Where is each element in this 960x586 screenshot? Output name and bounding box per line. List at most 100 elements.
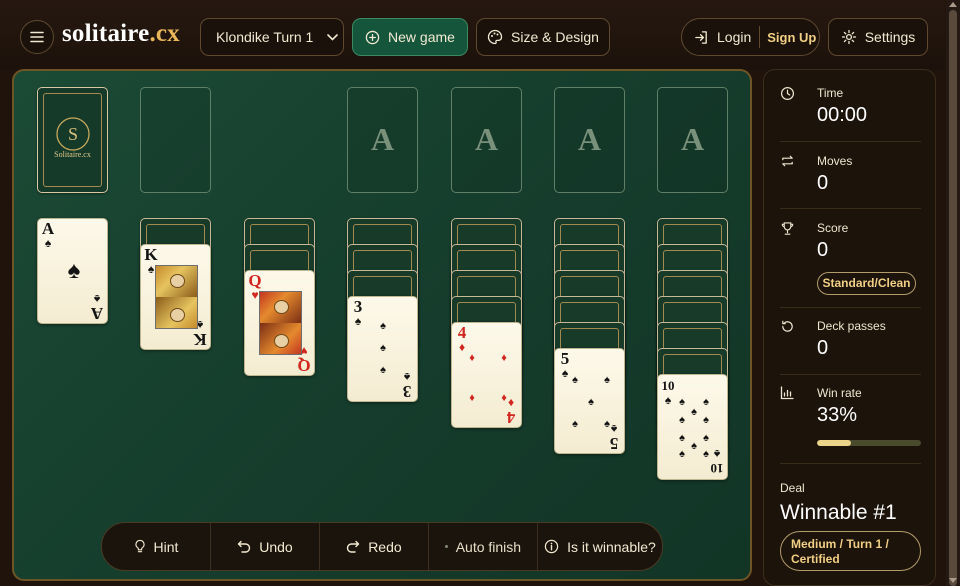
moves-value: 0 [817,172,829,194]
settings-button[interactable]: Settings [828,18,928,56]
stats-panel: Time 00:00 Moves 0 Score 0 Standard/Clea… [763,69,936,586]
suit-pip: ♠ [679,432,685,444]
lightbulb-icon [134,539,145,553]
win-rate-bar [817,440,921,446]
face-up-card[interactable]: Q ♥ Q ♥ [244,270,315,376]
face-up-card[interactable]: K ♠ K ♠ [140,244,211,350]
scrollbar-thumb[interactable] [949,10,957,586]
suit-pip: ♠ [380,364,386,376]
action-toolbar: Hint Undo Redo Auto finish Is it winnabl… [101,522,663,571]
score-mode-badge[interactable]: Standard/Clean [817,272,916,295]
refresh-icon [782,320,793,332]
suit-pip: ♠ [691,440,697,452]
suit-pip: ♠ [703,448,709,460]
face-up-card[interactable]: 5 ♠ 5 ♠ ♠ ♠ ♠ ♠ ♠ [554,348,625,454]
foundation-4[interactable]: A [657,87,728,193]
card-rank-bottom: A ♠ [90,292,104,323]
suit-pip: ♠ [604,374,610,386]
stock-pile[interactable]: S Solitaire.cx [37,87,108,193]
game-board: S Solitaire.cx A A A A A ♠ A ♠ ♠ K ♠ K ♠ Q ♥ Q ♥ 3 ♠ 3 ♠… [12,69,752,581]
card-suit: ♦ [458,340,466,354]
card-suit: ♠ [354,314,362,328]
undo-label: Undo [259,538,293,555]
time-value: 00:00 [817,104,868,126]
time-stat: Time 00:00 [780,86,921,126]
menu-button[interactable] [20,20,54,54]
foundation-2[interactable]: A [451,87,522,193]
hamburger-icon [30,31,44,43]
card-rank: 4 [506,408,516,427]
foundation-3[interactable]: A [554,87,625,193]
scroll-down-arrow-icon[interactable] [949,578,957,583]
card-rank: K [193,330,207,349]
card-rank: 10 [710,461,724,476]
auto-finish-label: Auto finish [455,538,522,555]
suit-pip: ♠ [679,414,685,426]
suit-pip: ♠ [691,406,697,418]
foundation-letter: A [370,121,395,157]
card-rank: 3 [402,382,412,401]
swap-arrows-icon [782,155,793,167]
card-rank-top: 3 ♠ [351,298,365,328]
score-stat: Score 0 [780,221,921,261]
new-game-label: New game [388,29,455,45]
palette-icon [487,29,503,45]
portrait-part [170,308,185,322]
clock-icon [780,86,795,101]
game-type-label: Klondike Turn 1 [216,29,314,45]
card-suit: ♠ [664,393,672,407]
hint-button[interactable]: Hint [102,523,211,570]
logo-tld: .cx [149,20,180,47]
time-label: Time [817,86,844,100]
site-logo[interactable]: solitaire.cx [62,20,180,48]
chevron-down-icon [327,33,339,41]
auto-finish-button[interactable]: Auto finish [429,523,538,570]
divider [780,208,921,209]
login-button[interactable]: Login [694,26,761,48]
size-design-button[interactable]: Size & Design [476,18,610,56]
suit-pip: ♠ [67,258,81,284]
suit-pip: ♠ [380,320,386,332]
suit-pip: ♠ [588,396,594,408]
scroll-up-arrow-icon[interactable] [949,2,957,7]
score-label: Score [817,221,849,235]
login-icon [695,30,707,44]
win-rate-label: Win rate [817,386,862,400]
face-up-card[interactable]: A ♠ A ♠ ♠ [37,218,108,324]
gear-icon [841,29,856,45]
settings-label: Settings [864,29,916,45]
divider [780,141,921,142]
plus-circle-icon [365,30,380,44]
king-portrait [155,265,198,329]
deck-passes-label: Deck passes [817,319,886,333]
deck-passes-value: 0 [817,337,829,359]
face-up-card[interactable]: 10 ♠ 10 ♠ ♠ ♠ ♠ ♠ ♠ ♠ ♠ ♠ ♠ ♠ [657,374,728,480]
card-rank-bottom: 10 ♠ [710,447,724,477]
stock-back-text: Solitaire.cx [54,150,91,159]
size-design-label: Size & Design [511,29,599,45]
new-game-button[interactable]: New game [352,18,468,56]
waste-pile[interactable] [140,87,211,193]
foundation-letter: A [577,121,602,157]
signup-button[interactable]: Sign Up [760,30,816,45]
face-up-card[interactable]: 4 ♦ 4 ♦ ♦ ♦ ♦ ♦ [451,322,522,428]
solitaire-cx-emblem: S [56,117,90,151]
redo-button[interactable]: Redo [320,523,429,570]
redo-label: Redo [368,538,402,555]
card-rank-top: 10 ♠ [661,377,675,406]
card-rank: 5 [609,434,619,453]
face-up-card[interactable]: 3 ♠ 3 ♠ ♠ ♠ ♠ [347,296,418,402]
suit-pip: ♠ [604,418,610,430]
game-type-select[interactable]: Klondike Turn 1 [200,18,344,56]
queen-portrait [259,291,302,355]
card-rank: 10 [661,378,675,393]
page-scrollbar[interactable] [946,0,960,586]
win-rate-value: 33% [817,404,858,426]
moves-label: Moves [817,154,853,168]
foundation-1[interactable]: A [347,87,418,193]
portrait-part [170,274,185,288]
suit-pip: ♠ [679,396,685,408]
undo-button[interactable]: Undo [211,523,320,570]
winnable-button[interactable]: Is it winnable? [538,523,662,570]
deal-badge[interactable]: Medium / Turn 1 / Certified [780,531,921,571]
